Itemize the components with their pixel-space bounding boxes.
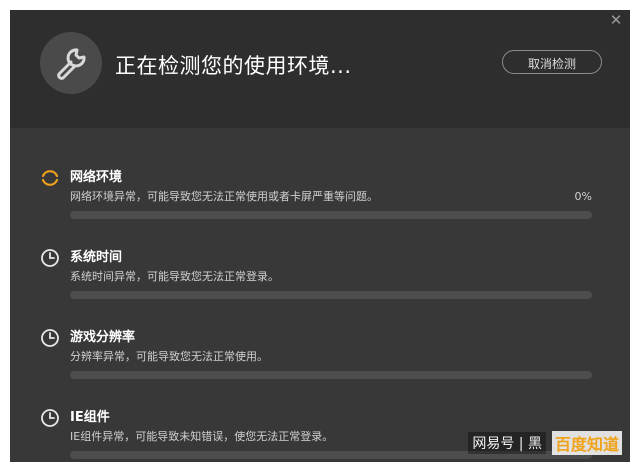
watermark-brand: 百度知道 <box>551 431 622 455</box>
check-item-title: 系统时间 <box>70 250 123 265</box>
check-item-desc: 分辨率异常，可能导致您无法正常使用。 <box>70 350 268 363</box>
loading-spinner-icon <box>40 168 60 188</box>
check-item-title: 网络环境 <box>70 170 123 185</box>
check-list: 网络环境 网络环境异常，可能导致您无法正常使用或者卡屏严重等问题。 0% 系统时… <box>10 128 630 462</box>
check-item-percent: 0% <box>574 190 592 203</box>
check-item-network: 网络环境 网络环境异常，可能导致您无法正常使用或者卡屏严重等问题。 0% <box>10 168 630 238</box>
clock-icon <box>40 408 60 428</box>
watermark: 网易号 | 黑 百度知道 <box>468 430 622 456</box>
check-item-desc: IE组件异常，可能导致未知错误，使您无法正常登录。 <box>70 430 334 443</box>
check-item-desc: 系统时间异常，可能导致您无法正常登录。 <box>70 270 279 283</box>
check-item-title: IE组件 <box>70 410 110 425</box>
cancel-detection-button[interactable]: 取消检测 <box>502 50 602 74</box>
clock-icon <box>40 328 60 348</box>
page-title: 正在检测您的使用环境... <box>115 54 352 78</box>
progress-bar <box>70 291 592 299</box>
watermark-text: 网易号 | 黑 <box>468 432 546 454</box>
close-button[interactable]: ✕ <box>608 12 624 28</box>
progress-bar <box>70 211 592 219</box>
window-header: ✕ 正在检测您的使用环境... 取消检测 <box>10 10 630 128</box>
check-item-system-time: 系统时间 系统时间异常，可能导致您无法正常登录。 <box>10 248 630 318</box>
wrench-icon <box>40 32 102 94</box>
check-item-title: 游戏分辨率 <box>70 330 136 345</box>
check-item-resolution: 游戏分辨率 分辨率异常，可能导致您无法正常使用。 <box>10 328 630 398</box>
check-item-desc: 网络环境异常，可能导致您无法正常使用或者卡屏严重等问题。 <box>70 190 378 203</box>
clock-icon <box>40 248 60 268</box>
detection-window: ✕ 正在检测您的使用环境... 取消检测 网络环境 网络环境异常，可能导致您无法… <box>10 10 630 462</box>
progress-bar <box>70 371 592 379</box>
